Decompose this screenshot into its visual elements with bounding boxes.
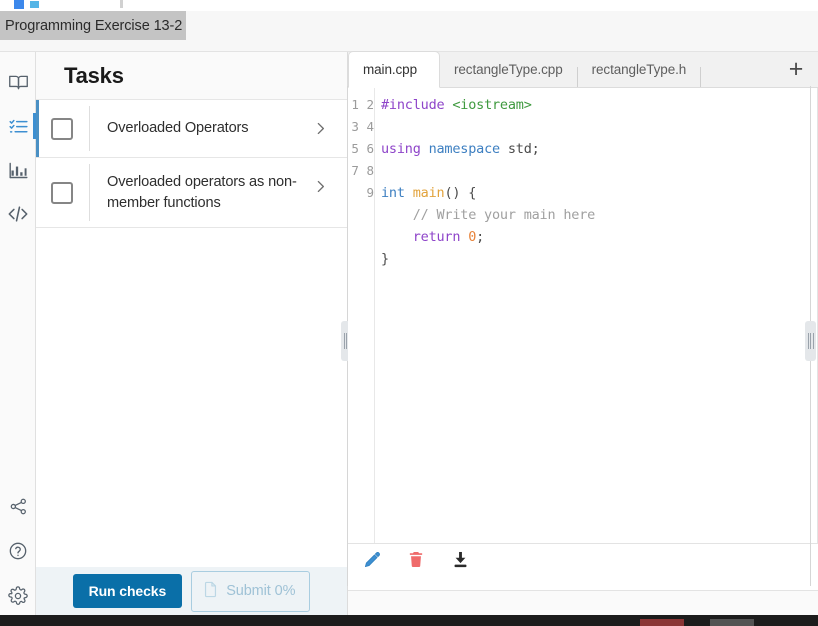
submit-button[interactable]: Submit 0%	[191, 570, 311, 612]
tab-rectangletype-h[interactable]: rectangleType.h	[578, 51, 701, 87]
code-line: using namespace std;	[381, 138, 817, 160]
code-token: return	[381, 229, 469, 245]
settings-icon	[8, 586, 28, 606]
tasks-header: Tasks	[36, 52, 347, 100]
line-number-gutter: 1 2 3 4 5 6 7 8 9	[348, 88, 375, 579]
code-token: std;	[507, 141, 540, 157]
code-token: <iostream>	[452, 97, 532, 113]
browser-address-bar[interactable]: Programming Exercise 13-2	[0, 11, 818, 52]
trash-icon	[407, 550, 425, 574]
browser-tab-favicon-secondary	[30, 1, 39, 8]
task-label: Overloaded Operators	[107, 120, 249, 137]
code-token: using	[381, 141, 429, 157]
task-checkbox[interactable]	[51, 181, 73, 204]
icon-rail	[0, 52, 36, 615]
rail-item-code[interactable]	[0, 196, 36, 232]
code-token: () {	[444, 185, 477, 201]
code-area[interactable]: 1 2 3 4 5 6 7 8 9 #include <iostream> us…	[348, 88, 818, 579]
tasks-footer: Run checks Submit 0%	[36, 567, 347, 615]
book-icon	[8, 72, 29, 93]
rail-item-help[interactable]	[0, 533, 36, 569]
editor-toolbar	[348, 543, 818, 579]
rail-item-share[interactable]	[0, 488, 36, 524]
code-token: ;	[476, 229, 485, 245]
code-token: // Write your main here	[381, 207, 596, 223]
code-token: 0	[468, 229, 477, 245]
tasks-panel: Tasks Overloaded Operators Overloaded op…	[36, 52, 348, 615]
editor-bottom-strip	[348, 590, 818, 615]
document-icon	[202, 580, 219, 603]
task-divider	[89, 106, 90, 151]
rail-item-settings[interactable]	[0, 578, 36, 614]
submit-button-label: Submit 0%	[226, 583, 296, 599]
taskbar-item-b	[710, 619, 754, 626]
code-content[interactable]: #include <iostream> using namespace std;…	[375, 88, 817, 579]
task-row[interactable]: Overloaded Operators	[36, 100, 347, 158]
share-icon	[9, 497, 28, 516]
code-line: int main() {	[381, 182, 817, 204]
chart-icon	[8, 160, 29, 181]
code-line: }	[381, 248, 817, 270]
code-line: // Write your main here	[381, 204, 817, 226]
checklist-icon	[8, 116, 29, 137]
os-taskbar	[0, 615, 818, 626]
task-divider	[89, 164, 90, 221]
run-checks-button[interactable]: Run checks	[72, 574, 183, 608]
code-editor: main.cpp rectangleType.cpp rectangleType…	[348, 51, 818, 615]
code-token: main	[412, 185, 445, 201]
taskbar-item-a	[640, 619, 684, 626]
task-label: Overloaded operators as non-member funct…	[107, 173, 297, 211]
task-row[interactable]: Overloaded operators as non-member funct…	[36, 158, 347, 228]
task-checkbox[interactable]	[51, 117, 73, 140]
download-icon	[451, 550, 470, 574]
code-icon	[7, 203, 29, 225]
add-tab-button[interactable]: +	[774, 51, 818, 87]
tab-main-cpp[interactable]: main.cpp	[348, 51, 440, 88]
chevron-right-icon[interactable]	[312, 178, 329, 195]
tab-rectangletype-cpp[interactable]: rectangleType.cpp	[440, 51, 577, 87]
app-root: Programming Exercise 13-2 Tasks Overload…	[0, 0, 818, 626]
browser-tab-favicon	[14, 0, 24, 9]
download-file-button[interactable]	[448, 550, 472, 574]
code-line: return 0;	[381, 226, 817, 248]
pencil-icon	[363, 550, 382, 574]
code-token: }	[381, 251, 389, 267]
code-token: namespace	[428, 141, 508, 157]
browser-tab-strip	[0, 0, 818, 11]
editor-tabbar: main.cpp rectangleType.cpp rectangleType…	[348, 51, 818, 88]
browser-new-tab-icon	[120, 0, 123, 8]
rail-item-progress[interactable]	[0, 152, 36, 188]
address-bar-text[interactable]: Programming Exercise 13-2	[0, 11, 187, 40]
code-token: int	[381, 185, 413, 201]
help-icon	[8, 541, 28, 561]
right-splitter-handle[interactable]	[805, 321, 816, 361]
delete-file-button[interactable]	[404, 550, 428, 574]
task-list: Overloaded Operators Overloaded operator…	[36, 100, 347, 228]
chevron-right-icon[interactable]	[312, 120, 329, 137]
rail-item-tasks[interactable]	[0, 108, 36, 144]
edit-file-button[interactable]	[360, 550, 384, 574]
rail-item-materials[interactable]	[0, 64, 36, 100]
code-line: #include <iostream>	[381, 94, 817, 116]
tab-separator	[700, 67, 702, 87]
page-title: Tasks	[64, 62, 124, 88]
code-token: #include	[381, 97, 453, 113]
